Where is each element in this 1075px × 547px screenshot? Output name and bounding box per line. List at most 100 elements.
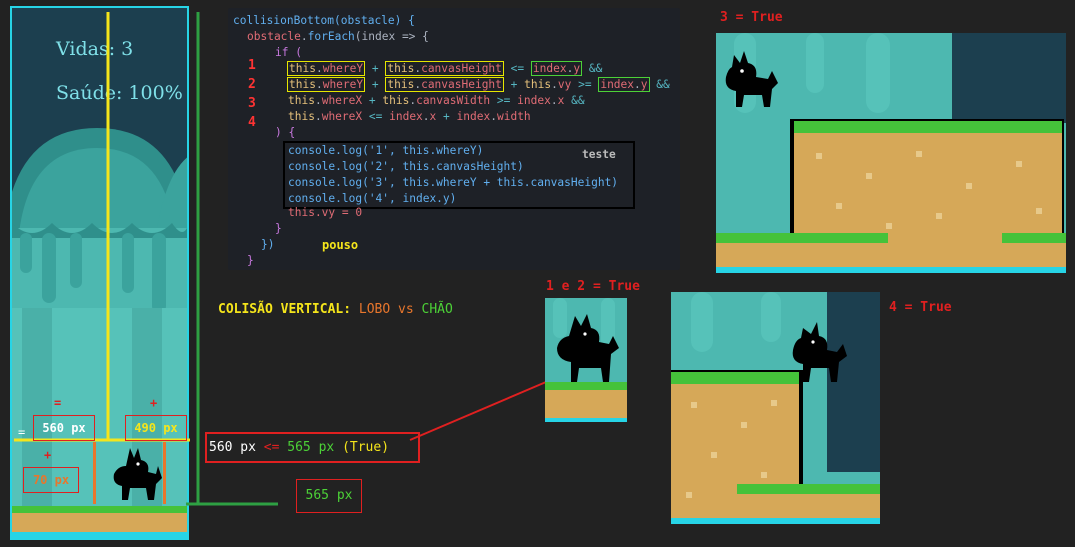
- this-token: this: [382, 94, 410, 107]
- wherey-token: whereY: [322, 62, 364, 75]
- comparison-result: (True): [342, 440, 390, 455]
- this-token: this: [288, 110, 315, 123]
- code-line-10: console.log('2', this.canvasHeight): [288, 159, 524, 175]
- and-op: &&: [656, 78, 670, 91]
- log-4: console.log('4', index.y): [288, 192, 457, 205]
- condition-number-2: 2: [248, 77, 256, 92]
- code-line-7: this.whereX <= index.x + index.width: [288, 110, 531, 123]
- wherex-token: whereX: [321, 110, 363, 123]
- code-panel: collisionBottom(obstacle) { obstacle.for…: [228, 8, 680, 270]
- comparison-right: 565 px: [287, 440, 335, 455]
- log-2: console.log('2', this.canvasHeight): [288, 160, 524, 173]
- code-line-2: obstacle.forEach(index => {: [247, 30, 429, 43]
- close-paren-token: ) {: [275, 126, 296, 139]
- x-token: x: [557, 94, 565, 107]
- title-chao: CHÃO: [421, 302, 453, 317]
- plus-op: +: [371, 62, 379, 75]
- index-token: index: [517, 94, 551, 107]
- log-3: console.log('3', this.whereY + this.canv…: [288, 176, 619, 189]
- caption-four: 4 = True: [889, 300, 952, 315]
- canvasHeight-value-box: 490 px: [125, 415, 187, 441]
- lte-op: <=: [510, 62, 525, 75]
- comparison-op: <=: [263, 440, 280, 455]
- x-token: x: [429, 110, 437, 123]
- index-token: index: [600, 78, 635, 91]
- wherey-token: whereY: [322, 78, 364, 91]
- this-token: this: [387, 78, 415, 91]
- plus-sign-right: +: [150, 396, 158, 410]
- code-line-15: }): [261, 237, 274, 253]
- code-line-13: this.vy = 0: [288, 205, 362, 221]
- this-token: this: [289, 78, 316, 91]
- title-lobo: LOBO: [358, 302, 391, 317]
- code-line-5: this.whereY + this.canvasHeight + this.v…: [287, 77, 670, 92]
- this-token: this: [524, 78, 552, 91]
- condition-number-1: 1: [248, 58, 256, 73]
- code-line-3: if (: [275, 45, 302, 61]
- and-op: &&: [588, 62, 603, 75]
- whereY-value-box: 560 px: [33, 415, 95, 441]
- comparison-box: 560 px <= 565 px (True): [205, 432, 420, 463]
- if-token: if (: [275, 46, 302, 59]
- vy-value-box: 70 px: [23, 467, 79, 493]
- y-token: y: [640, 78, 648, 91]
- index-token: index: [532, 62, 567, 75]
- code-line-9: console.log('1', this.whereY): [288, 143, 483, 159]
- lte-op: <=: [368, 110, 383, 123]
- y-token: y: [573, 62, 581, 75]
- title-prefix: COLISÃO VERTICAL:: [218, 302, 352, 317]
- health-text: Saúde: 100%: [56, 82, 183, 104]
- caption-three: 3 = True: [720, 10, 783, 25]
- plus-op: +: [371, 78, 379, 91]
- scene-one-two-true: [545, 298, 627, 422]
- vy-zero-token: this.vy = 0: [288, 206, 363, 219]
- close-brace-1: }: [275, 222, 282, 235]
- vy-token: vy: [557, 78, 572, 91]
- log-1: console.log('1', this.whereY): [288, 144, 484, 157]
- foreach-token: forEach: [307, 30, 355, 43]
- and-op: &&: [571, 94, 585, 107]
- foreach-arg-token: (index => {: [354, 30, 429, 43]
- plus-op: +: [510, 78, 518, 91]
- code-line-6: this.whereX + this.canvasWidth >= index.…: [288, 94, 585, 107]
- close-brace-2: }): [261, 238, 275, 251]
- plus-op: +: [368, 94, 376, 107]
- lives-text: Vidas: 3: [56, 38, 134, 60]
- condition-number-3: 3: [248, 96, 256, 111]
- index-token: index: [389, 110, 423, 123]
- this-token: this: [289, 62, 316, 75]
- comparison-left: 560 px: [209, 440, 256, 455]
- obstacle-token: obstacle: [247, 30, 301, 43]
- gte-op: >=: [496, 94, 511, 107]
- width-token: width: [496, 110, 531, 123]
- this-token: this: [387, 62, 415, 75]
- equals-prefix: =: [18, 425, 26, 439]
- close-brace-3: }: [247, 254, 254, 267]
- pouso-label: pouso: [322, 238, 359, 252]
- title-vs: vs: [398, 302, 414, 317]
- code-line-11: console.log('3', this.whereY + this.canv…: [288, 175, 618, 191]
- wherex-token: whereX: [321, 94, 363, 107]
- code-line-8: ) {: [275, 125, 295, 141]
- scene-three-true: [716, 33, 1066, 273]
- index-token: index: [456, 110, 491, 123]
- ground-value-box: 565 px: [296, 479, 362, 513]
- caption-one-two: 1 e 2 = True: [546, 279, 640, 294]
- diagram-title: COLISÃO VERTICAL: LOBO vs CHÃO: [218, 302, 453, 317]
- plus-op: +: [443, 110, 450, 123]
- code-line-14: }: [275, 221, 282, 237]
- code-line-1: collisionBottom(obstacle) {: [233, 13, 415, 29]
- this-token: this: [288, 94, 315, 107]
- function-signature: collisionBottom(obstacle) {: [233, 14, 415, 27]
- canvasheight-token: canvasHeight: [421, 78, 502, 91]
- code-line-16: }: [247, 253, 254, 269]
- scene-four-true: [671, 292, 880, 524]
- wolf-sprite: [113, 448, 162, 500]
- plus-sign-left: +: [44, 448, 52, 462]
- equals-sign: =: [54, 396, 62, 410]
- teste-label: teste: [582, 148, 616, 161]
- gte-op: >=: [578, 78, 592, 91]
- canvasheight-token: canvasHeight: [421, 62, 502, 75]
- canvaswidth-token: canvasWidth: [416, 94, 491, 107]
- condition-number-4: 4: [248, 115, 256, 130]
